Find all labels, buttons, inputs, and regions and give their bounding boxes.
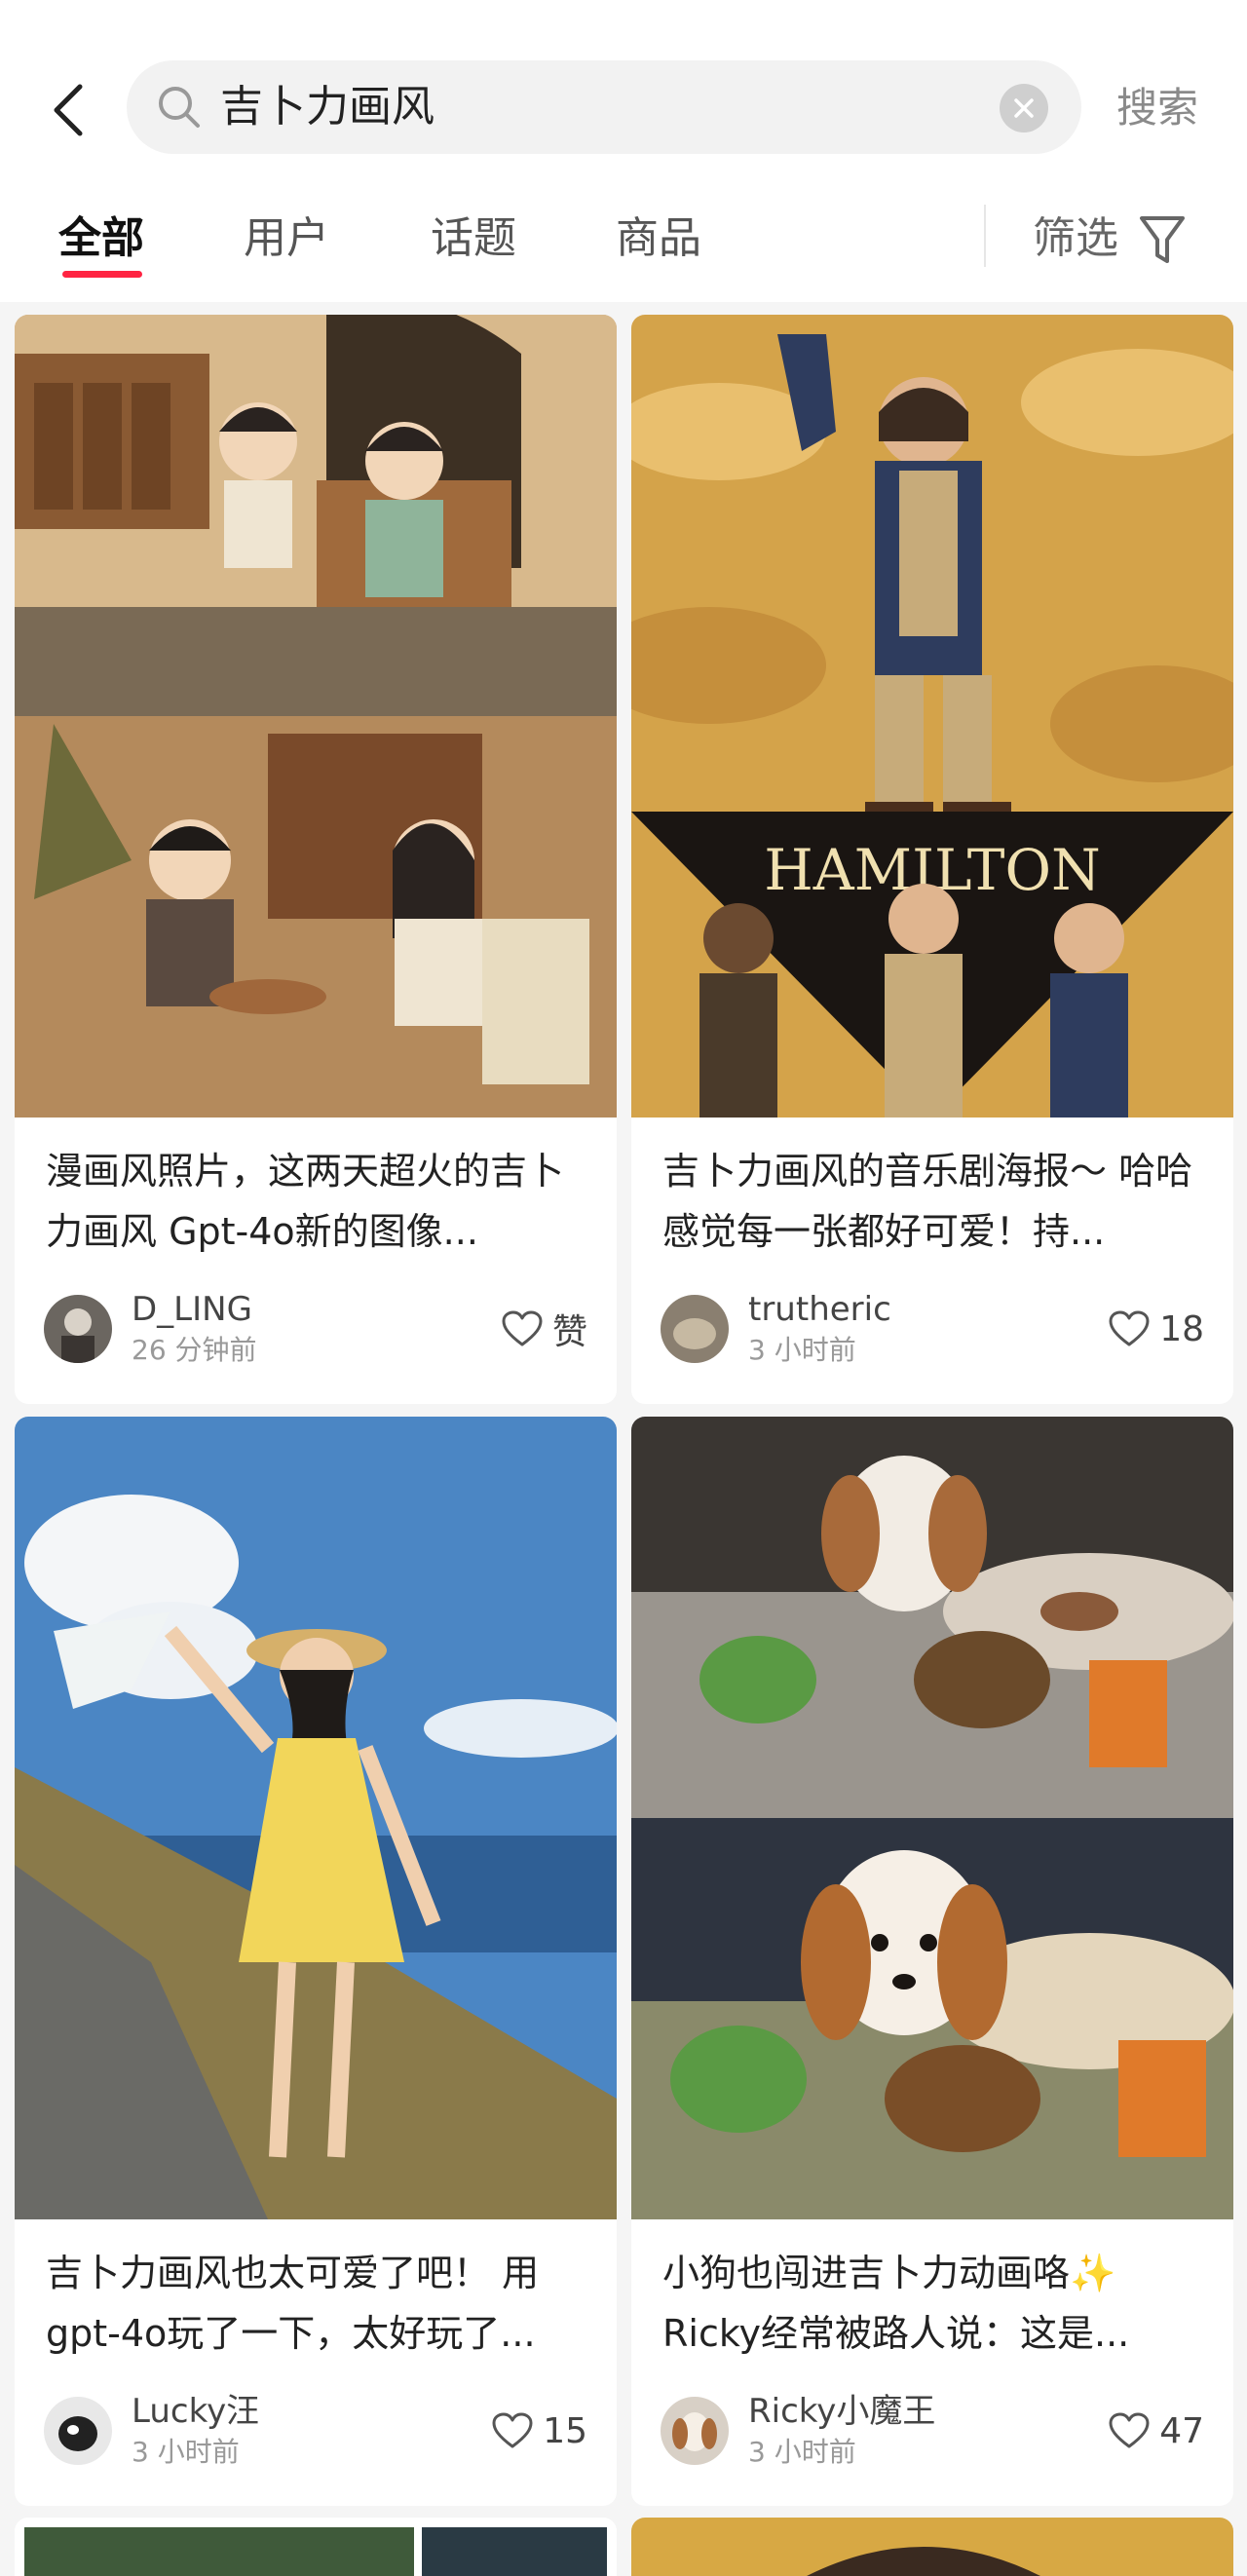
like-count: 15 [543,2410,587,2451]
tab-divider [984,205,986,267]
active-tab-indicator [62,271,142,278]
post-card-partial[interactable] [15,2518,617,2576]
avatar-image [44,1295,112,1363]
author-name[interactable]: Ricky小魔王 [748,2391,935,2432]
post-time: 26 分钟前 [132,1334,257,1366]
post-image-partial [631,2518,1233,2576]
like-button[interactable]: 18 [1109,1305,1204,1353]
heart-icon [1109,2412,1150,2448]
avatar[interactable] [44,2397,112,2465]
post-card-partial[interactable] [631,2518,1233,2576]
post-image[interactable] [15,315,617,1118]
post-image[interactable] [631,1417,1233,2219]
post-title[interactable]: 吉卜力画风也太可爱了吧！ 用gpt-4o玩了一下，太好玩了... [46,2243,591,2364]
search-header: 吉卜力画风 搜索 全部 用户 话题 商品 筛选 [0,0,1247,302]
like-button[interactable]: 47 [1109,2406,1204,2455]
like-count: 47 [1159,2410,1204,2451]
avatar-image [44,2397,112,2465]
post-card[interactable]: 吉卜力画风也太可爱了吧！ 用gpt-4o玩了一下，太好玩了... Lucky汪 … [15,1417,617,2506]
post-time: 3 小时前 [748,1334,856,1366]
like-count: 赞 [551,1312,587,1352]
post-title[interactable]: 漫画风照片，这两天超火的吉卜力画风 Gpt-4o新的图像... [46,1141,591,1262]
hamilton-poster-illustration: HAMILTON [631,315,1233,1118]
avatar[interactable] [44,1295,112,1363]
post-card[interactable]: 小狗也闯进吉卜力动画咯✨ Ricky经常被路人说：这是... Ricky小魔王 … [631,1417,1233,2506]
search-icon [159,87,200,128]
back-arrow-icon [54,84,83,136]
heart-icon [492,2412,533,2448]
search-input[interactable]: 吉卜力画风 [127,60,1081,154]
tab-all[interactable]: 全部 [58,207,144,271]
post-card[interactable]: 漫画风照片，这两天超火的吉卜力画风 Gpt-4o新的图像... D_LING 2… [15,315,617,1404]
like-button[interactable]: 15 [492,2406,587,2455]
like-button[interactable]: 赞 [502,1305,587,1353]
avatar[interactable] [661,2397,729,2465]
filter-icon[interactable] [1138,212,1187,267]
clear-search-button[interactable] [1000,84,1048,133]
avatar[interactable] [661,1295,729,1363]
spaniel-dog-illustration [631,1417,1233,2219]
author-name[interactable]: D_LING [132,1289,252,1330]
post-image[interactable]: HAMILTON [631,315,1233,1118]
result-tabs: 全部 用户 话题 商品 筛选 [0,195,1247,296]
tab-products[interactable]: 商品 [616,207,701,271]
tab-users[interactable]: 用户 [244,207,329,271]
tab-topics[interactable]: 话题 [431,207,516,271]
author-name[interactable]: trutheric [748,1289,891,1330]
post-title[interactable]: 吉卜力画风的音乐剧海报～ 哈哈感觉每一张都好可爱！持... [662,1141,1208,1262]
like-count: 18 [1159,1308,1204,1349]
heart-icon [1109,1310,1150,1346]
post-time: 3 小时前 [132,2436,240,2468]
post-time: 3 小时前 [748,2436,856,2468]
post-card[interactable]: HAMILTON 吉卜力画风的音乐剧海报～ 哈哈感觉每一张都好可爱！持... t… [631,315,1233,1404]
girl-yellow-dress-illustration [15,1417,617,2219]
search-query: 吉卜力画风 [220,82,435,132]
heart-icon [502,1310,543,1346]
author-name[interactable]: Lucky汪 [132,2391,259,2432]
post-image[interactable] [15,1417,617,2219]
post-title[interactable]: 小狗也闯进吉卜力动画咯✨ Ricky经常被路人说：这是... [662,2243,1208,2364]
back-button[interactable] [39,76,97,144]
post-image-partial [15,2518,617,2576]
filter-button[interactable]: 筛选 [1033,207,1118,271]
search-button[interactable]: 搜索 [1116,76,1198,140]
ghibli-family-illustration [15,315,617,1118]
avatar-image [661,1295,729,1363]
close-icon [1014,98,1034,118]
avatar-image [661,2397,729,2465]
